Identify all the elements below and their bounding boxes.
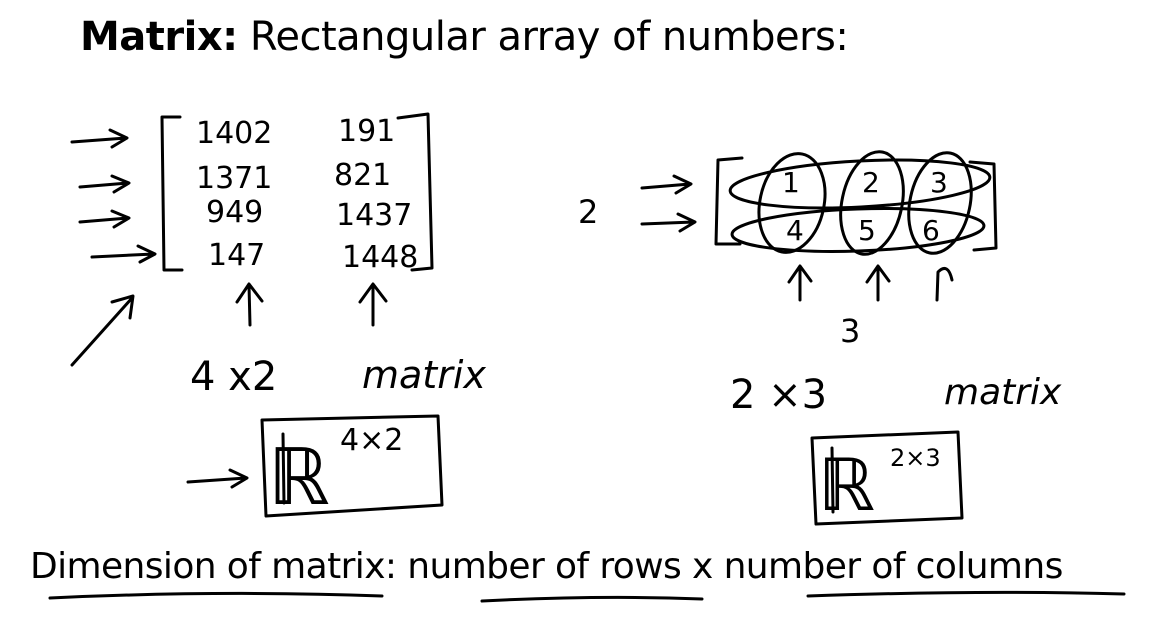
- underline-number-of-rows: [480, 595, 704, 603]
- left-matrix-cell: 1371: [196, 161, 272, 196]
- right-matrix-cell: 6: [922, 214, 940, 247]
- row-arrow-icon: [78, 174, 131, 194]
- row-arrow-icon: [78, 209, 131, 229]
- row-arrow-icon: [640, 212, 697, 233]
- column-arrow-icon: [865, 264, 891, 302]
- row-arrow-icon: [70, 128, 129, 149]
- underline-number-of-columns: [806, 590, 1126, 598]
- diagonal-arrow-icon: [70, 294, 135, 367]
- dimension-definition: Dimension of matrix: number of rows x nu…: [30, 546, 1063, 587]
- right-matrix-word: matrix: [944, 372, 1062, 413]
- left-matrix-cell: 821: [334, 158, 391, 193]
- right-matrix-cell: 3: [930, 166, 948, 199]
- slide: Matrix: Rectangular array of numbers: 14…: [0, 0, 1175, 617]
- right-dimension-label: 2 ×3: [730, 372, 827, 418]
- right-matrix-left-bracket: [714, 156, 744, 246]
- left-matrix-cell: 1437: [336, 198, 412, 233]
- left-matrix-cell: 191: [338, 114, 395, 149]
- left-matrix-left-bracket: [160, 115, 184, 272]
- row-arrows: [70, 128, 157, 264]
- pointer-arrow-icon: [186, 468, 249, 489]
- right-set-symbol: ℝ: [818, 443, 875, 527]
- left-matrix-word: matrix: [362, 353, 486, 397]
- left-dimension-label: 4 x2: [190, 354, 277, 400]
- underline-dimension-of-matrix: [48, 591, 384, 600]
- row-count-label: 2: [578, 193, 598, 231]
- left-matrix-cell: 147: [208, 238, 265, 273]
- right-matrix-right-bracket: [968, 160, 998, 252]
- right-matrix-cell: 1: [782, 166, 800, 199]
- column-arrow-icon: [235, 282, 264, 327]
- right-matrix: 1 2 3 4 5 6 2 3 2 ×3 matrix ℝ 2×3: [578, 150, 1062, 527]
- row-arrow-icon: [90, 244, 157, 264]
- row-arrow-icon: [640, 174, 693, 195]
- left-matrix-cell: 949: [206, 195, 263, 230]
- left-matrix-cell: 1448: [342, 240, 418, 275]
- column-arrow-icon: [787, 264, 813, 302]
- right-set-exponent: 2×3: [890, 444, 941, 472]
- column-arrow-icon: [358, 282, 388, 327]
- right-matrix-cell: 4: [786, 214, 804, 247]
- left-set-symbol: ℝ: [268, 433, 330, 523]
- left-set-exponent: 4×2: [340, 423, 403, 458]
- handwritten-annotations: 1402 191 1371 821 949 1437 147 1448 4 x2…: [48, 112, 1126, 603]
- right-matrix-cell: 5: [858, 214, 876, 247]
- right-matrix-cell: 2: [862, 166, 880, 199]
- column-arrow-icon: [935, 266, 954, 302]
- left-matrix: 1402 191 1371 821 949 1437 147 1448 4 x2…: [70, 112, 486, 523]
- column-count-label: 3: [840, 312, 860, 350]
- left-matrix-cell: 1402: [196, 116, 272, 151]
